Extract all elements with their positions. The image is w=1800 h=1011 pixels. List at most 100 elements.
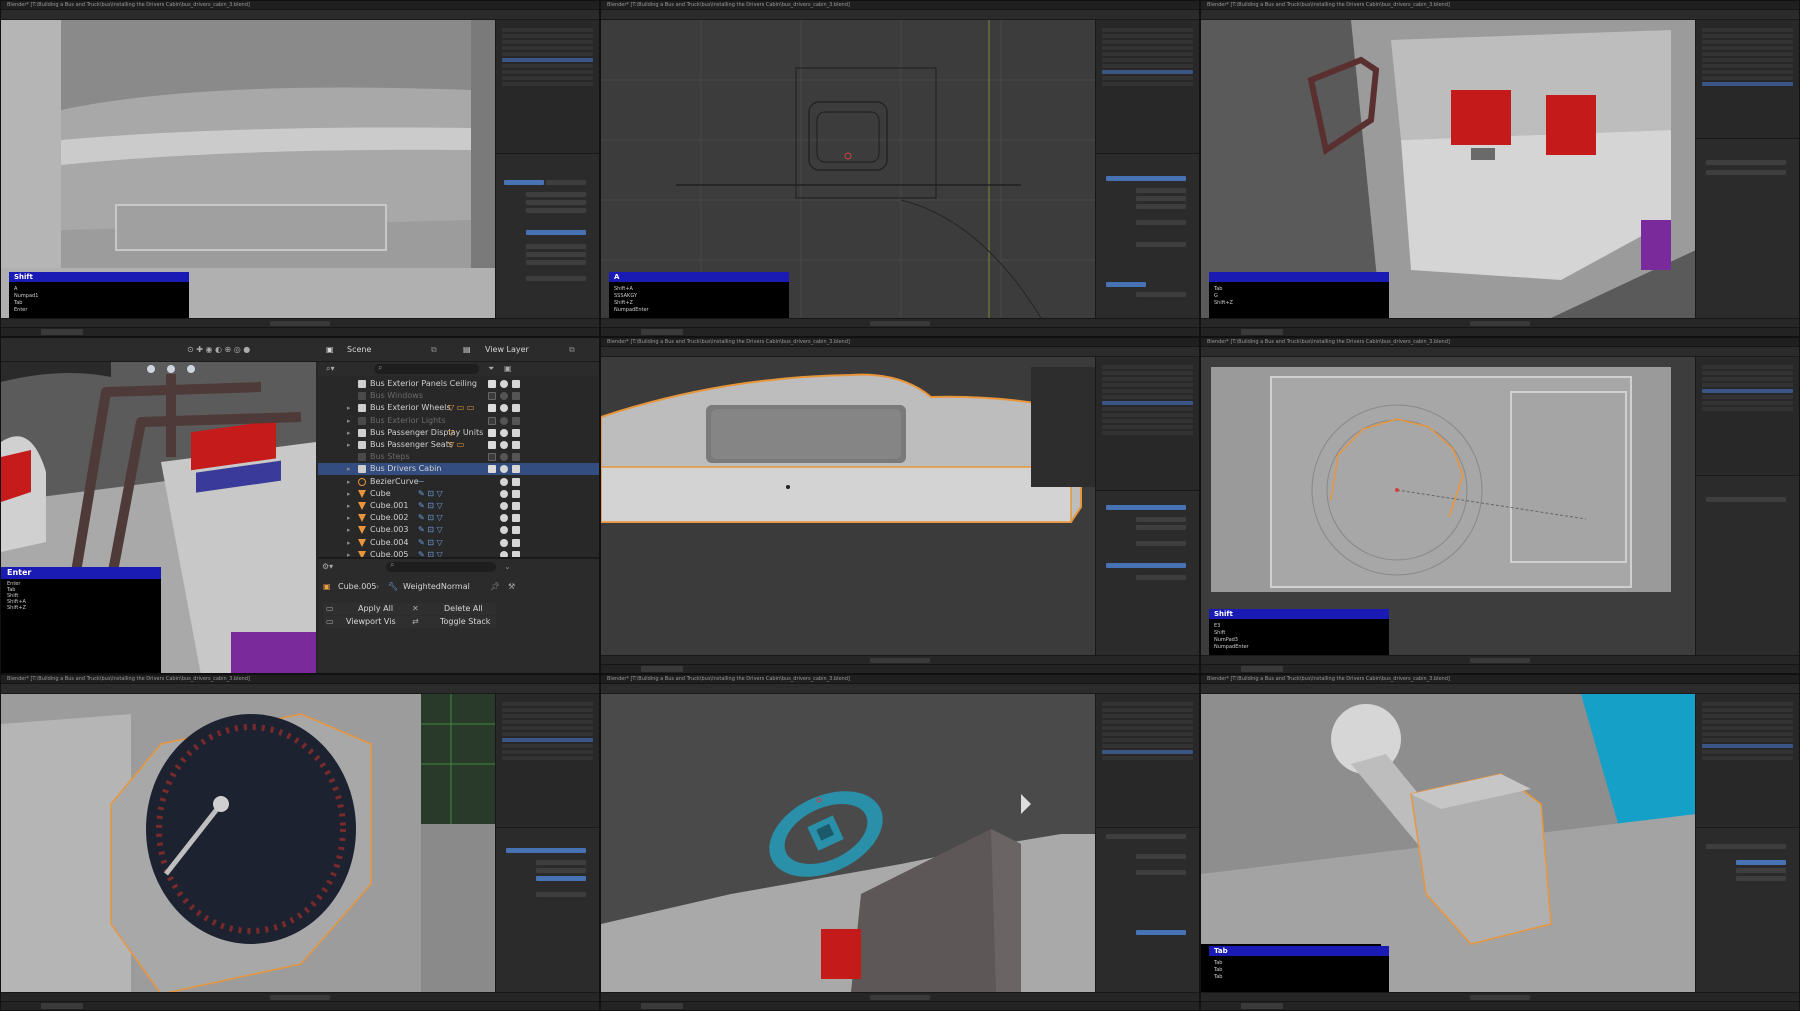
outliner-row[interactable]: Bus Steps	[318, 451, 599, 463]
outliner-row[interactable]: ▸ Cube ✎ ⊡ ▽	[318, 488, 599, 500]
timeline[interactable]	[601, 992, 1199, 1001]
properties-editor[interactable]	[495, 694, 599, 992]
outliner-row[interactable]: Bus Windows	[318, 390, 599, 402]
expand-arrow-icon[interactable]: ▸	[347, 537, 351, 549]
toggle-stack-button[interactable]: ⇄ Toggle Stack	[410, 616, 496, 628]
camera-icon[interactable]	[512, 538, 520, 547]
properties-editor[interactable]	[1695, 694, 1799, 992]
modifier-properties[interactable]: ⚙▾ ⌕ ⌄ ▣ Cube.005 › 🔧︎ WeightedNormal 📌︎…	[318, 557, 599, 673]
chevron-down-icon[interactable]: ⌄	[504, 561, 511, 573]
properties-editor[interactable]	[495, 20, 599, 318]
pin-icon[interactable]: 📌︎	[490, 581, 500, 593]
camera-icon[interactable]	[512, 502, 520, 510]
timeline[interactable]	[1201, 655, 1799, 664]
exclude-checkbox[interactable]	[488, 404, 496, 413]
camera-icon[interactable]	[512, 441, 520, 449]
timeline[interactable]	[601, 318, 1199, 327]
outliner-row[interactable]: ▸ Bus Exterior Wheels ▽ ▭ ▭	[318, 402, 599, 414]
expand-arrow-icon[interactable]: ▸	[347, 427, 351, 439]
3d-viewport[interactable]: Enter Enter Tab Shift Shift+A Shift+Z	[1, 362, 316, 673]
outliner-row[interactable]: ▸ Bus Exterior Lights	[318, 415, 599, 427]
apply-all-button[interactable]: ▭ Apply All	[324, 603, 410, 615]
expand-arrow-icon[interactable]: ▸	[347, 488, 351, 500]
eye-icon[interactable]	[500, 380, 508, 388]
properties-search-field[interactable]: ⌕	[386, 560, 496, 572]
outliner-row[interactable]: ▸ BezierCurve ~	[318, 476, 599, 488]
scene-browse-icon[interactable]: ⧉	[431, 344, 437, 356]
editor-type-icon[interactable]: ⚙▾	[322, 562, 336, 572]
3d-viewport[interactable]: Shift E3 Shift NumPad3 NumpadEnter	[1201, 357, 1696, 655]
3d-viewport[interactable]	[601, 357, 1096, 655]
eye-icon[interactable]	[500, 489, 508, 498]
properties-editor[interactable]	[1695, 20, 1799, 318]
expand-arrow-icon[interactable]: ▸	[347, 402, 351, 414]
wrench-tab-icon[interactable]: ⚒	[508, 581, 515, 593]
timeline[interactable]	[1201, 992, 1799, 1001]
3d-viewport[interactable]	[1, 694, 496, 992]
eye-icon[interactable]	[500, 477, 508, 486]
outliner-row[interactable]: ▸ Bus Passenger Display Units ▽	[318, 427, 599, 439]
camera-icon[interactable]	[512, 514, 520, 523]
eye-icon[interactable]	[500, 428, 508, 437]
camera-icon[interactable]	[512, 380, 520, 388]
new-collection-icon[interactable]: ▣	[504, 363, 512, 375]
eye-icon[interactable]	[500, 453, 508, 462]
expand-arrow-icon[interactable]: ▸	[347, 500, 351, 512]
exclude-checkbox[interactable]	[488, 465, 496, 474]
expand-arrow-icon[interactable]: ▸	[347, 512, 351, 524]
outliner-search-field[interactable]: ⌕	[374, 363, 479, 374]
expand-arrow-icon[interactable]: ▸	[347, 476, 351, 488]
delete-all-button[interactable]: ✕ Delete All	[410, 603, 496, 615]
3d-viewport[interactable]: Tab G Shift+Z	[1201, 20, 1696, 318]
viewport-vis-button[interactable]: ▭ Viewport Vis	[324, 616, 410, 628]
eye-icon[interactable]	[500, 502, 508, 510]
outliner-row[interactable]: ▸ Cube.001 ✎ ⊡ ▽	[318, 500, 599, 512]
expand-arrow-icon[interactable]: ▸	[347, 439, 351, 451]
eye-icon[interactable]	[500, 514, 508, 523]
timeline[interactable]	[1, 318, 599, 327]
view-layer-icon[interactable]: ▤	[463, 344, 471, 356]
3d-viewport[interactable]	[601, 694, 1096, 992]
outliner-row[interactable]: ▸ Cube.004 ✎ ⊡ ▽	[318, 537, 599, 549]
outliner-row[interactable]: Bus Exterior Panels Ceiling	[318, 378, 599, 390]
outliner-row[interactable]: ▸ Bus Passenger Seats ▽ ▭	[318, 439, 599, 451]
properties-editor[interactable]	[1095, 20, 1199, 318]
exclude-checkbox[interactable]	[488, 441, 496, 449]
camera-icon[interactable]	[512, 465, 520, 474]
eye-icon[interactable]	[500, 538, 508, 547]
exclude-checkbox[interactable]	[488, 416, 496, 425]
outliner[interactable]: ⌕▾ ⌕ ⏷ ▣ Bus Exterior Panels Ceiling Bus …	[318, 362, 599, 559]
camera-icon[interactable]	[512, 392, 520, 401]
camera-icon[interactable]	[512, 477, 520, 486]
outliner-row[interactable]: ▸ Cube.003 ✎ ⊡ ▽	[318, 524, 599, 536]
view-layer-label[interactable]: View Layer	[485, 344, 529, 356]
scene-label[interactable]: Scene	[347, 344, 371, 356]
properties-editor[interactable]	[1695, 357, 1799, 655]
filter-icon[interactable]: ⏷	[488, 363, 494, 375]
eye-icon[interactable]	[500, 392, 508, 401]
3d-viewport[interactable]: Shift A Numpad1 Tab Enter	[1, 20, 496, 318]
3d-viewport[interactable]: Tab Tab Tab Tab	[1201, 694, 1696, 992]
timeline[interactable]	[1201, 318, 1799, 327]
properties-editor[interactable]	[1095, 694, 1199, 992]
expand-arrow-icon[interactable]: ▸	[347, 415, 351, 427]
3d-viewport[interactable]: A Shift+A SSSAKGY Shift+Z NumpadEnter	[601, 20, 1096, 318]
camera-icon[interactable]	[512, 428, 520, 437]
eye-icon[interactable]	[500, 441, 508, 449]
camera-icon[interactable]	[512, 526, 520, 535]
eye-icon[interactable]	[500, 526, 508, 535]
exclude-checkbox[interactable]	[488, 453, 496, 462]
exclude-checkbox[interactable]	[488, 428, 496, 437]
view-layer-browse-icon[interactable]: ⧉	[569, 344, 575, 356]
display-mode-icon[interactable]: ⌕▾	[326, 363, 335, 375]
camera-icon[interactable]	[512, 404, 520, 413]
expand-arrow-icon[interactable]: ▸	[347, 524, 351, 536]
camera-icon[interactable]	[512, 453, 520, 462]
exclude-checkbox[interactable]	[488, 380, 496, 388]
camera-icon[interactable]	[512, 489, 520, 498]
scene-icon[interactable]: ▣	[326, 344, 334, 356]
eye-icon[interactable]	[500, 404, 508, 413]
eye-icon[interactable]	[500, 465, 508, 474]
eye-icon[interactable]	[500, 416, 508, 425]
outliner-row[interactable]: ▸ Bus Drivers Cabin	[318, 463, 599, 476]
